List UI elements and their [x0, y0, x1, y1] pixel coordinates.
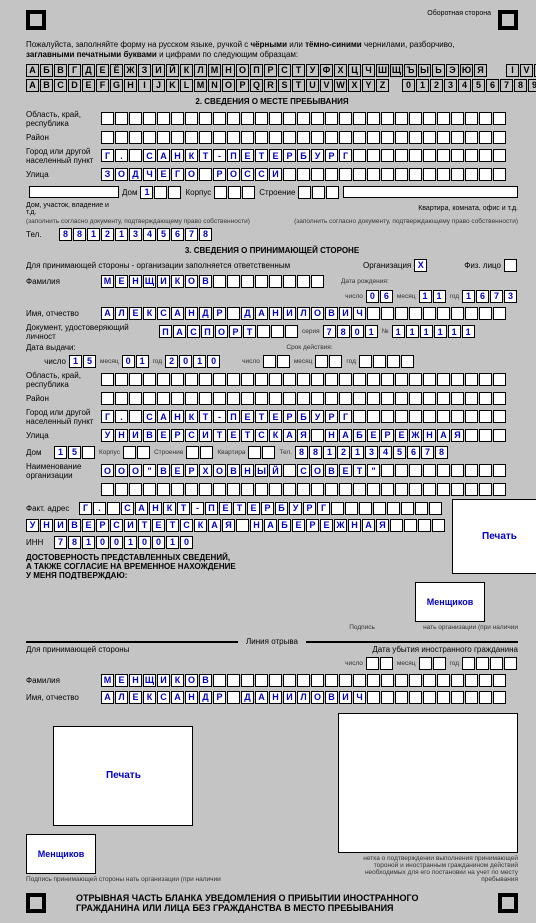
- marker-br: [498, 893, 518, 913]
- alphabet-ru: АБВГДЕЁЖЗИЙКЛМНОПРСТУФХЦЧШЩЪЫЬЭЮЯIVX: [26, 64, 518, 77]
- field-birth-d[interactable]: 06: [366, 290, 394, 303]
- field-street[interactable]: ЗОДЧЕГО РОССИ: [101, 168, 507, 181]
- field-surname-2[interactable]: МЕНЩИКОВ: [101, 674, 507, 687]
- field-name-2[interactable]: АЛЕКСАНДР ДАНИЛОВИЧ: [101, 691, 507, 704]
- field-valid-d[interactable]: [263, 355, 291, 368]
- checkbox-org[interactable]: X: [414, 259, 427, 272]
- field-host-oblast[interactable]: [101, 373, 507, 386]
- input-house[interactable]: [29, 186, 119, 198]
- field-city[interactable]: Г. САНКТ-ПЕТЕРБУРГ: [101, 149, 507, 162]
- field-korp[interactable]: [214, 186, 256, 199]
- receipt-box: [338, 713, 518, 853]
- field-fact-addr1[interactable]: Г. САНКТ-ПЕТЕРБУРГ: [79, 502, 443, 515]
- marker-bl: [26, 893, 46, 913]
- field-number[interactable]: 111111: [392, 325, 476, 338]
- stamp-box-2: Печать: [53, 726, 193, 826]
- tear-off-title: ОТРЫВНАЯ ЧАСТЬ БЛАНКА УВЕДОМЛЕНИЯ О ПРИБ…: [76, 893, 468, 913]
- field-host-raion[interactable]: [101, 392, 507, 405]
- field-raion[interactable]: [101, 131, 507, 144]
- checkbox-fiz[interactable]: [504, 259, 517, 272]
- section-2-title: 2. СВЕДЕНИЯ О МЕСТЕ ПРЕБЫВАНИЯ: [26, 97, 518, 106]
- field-host-dom[interactable]: 15: [54, 446, 96, 459]
- field-issue-m[interactable]: 01: [122, 355, 150, 368]
- signature-box: Менщиков: [415, 582, 485, 622]
- stamp-box: Печать: [452, 499, 536, 574]
- field-dom[interactable]: 1: [140, 186, 182, 199]
- confirm-text: ДОСТОВЕРНОСТЬ ПРЕДСТАВЛЕННЫХ СВЕДЕНИЙ,А …: [26, 553, 446, 580]
- field-inn[interactable]: 7810010010: [54, 536, 194, 549]
- field-issue-y[interactable]: 2010: [165, 355, 221, 368]
- marker-tl: [26, 10, 46, 30]
- field-name[interactable]: АЛЕКСАНДР ДАНИЛОВИЧ: [101, 307, 507, 320]
- field-birth-m[interactable]: 11: [419, 290, 447, 303]
- field-host-street[interactable]: УНИВЕРСИТЕТСКАЯ НАБЕРЕЖНАЯ: [101, 429, 507, 442]
- field-birth-y[interactable]: 1673: [462, 290, 518, 303]
- field-fact-addr2[interactable]: УНИВЕРСИТЕТСКАЯ НАБЕРЕЖНАЯ: [26, 519, 446, 532]
- field-org-name[interactable]: ООО"ВЕРХОВНЫЙ СОВЕТ": [101, 464, 507, 477]
- field-oblast[interactable]: [101, 112, 507, 125]
- signature-box-2: Менщиков: [26, 834, 96, 874]
- digits-ref: 0123456789: [402, 79, 536, 92]
- tear-line: Линия отрыва: [26, 641, 518, 643]
- field-stroen[interactable]: [298, 186, 340, 199]
- field-valid-m[interactable]: [315, 355, 343, 368]
- field-doc[interactable]: ПАСПОРТ: [159, 325, 299, 338]
- input-apt[interactable]: [343, 186, 518, 198]
- marker-tr: [498, 10, 518, 30]
- field-surname[interactable]: МЕНЩИКОВ: [101, 275, 325, 288]
- field-tel[interactable]: 88121345678: [59, 228, 213, 241]
- section-3-title: 3. СВЕДЕНИЯ О ПРИНИМАЮЩЕЙ СТОРОНЕ: [26, 246, 518, 255]
- field-series[interactable]: 7801: [323, 325, 379, 338]
- page-side-label: Оборотная сторона: [427, 10, 491, 17]
- field-issue-d[interactable]: 15: [69, 355, 97, 368]
- field-valid-y[interactable]: [359, 355, 415, 368]
- field-host-tel[interactable]: 88121345678: [295, 446, 449, 459]
- instructions: Пожалуйста, заполняйте форму на русском …: [26, 40, 518, 61]
- field-host-city[interactable]: Г. САНКТ-ПЕТЕРБУРГ: [101, 410, 507, 423]
- alphabet-en: ABCDEFGHIJKLMNOPQRSTUVWXYZ: [26, 79, 390, 92]
